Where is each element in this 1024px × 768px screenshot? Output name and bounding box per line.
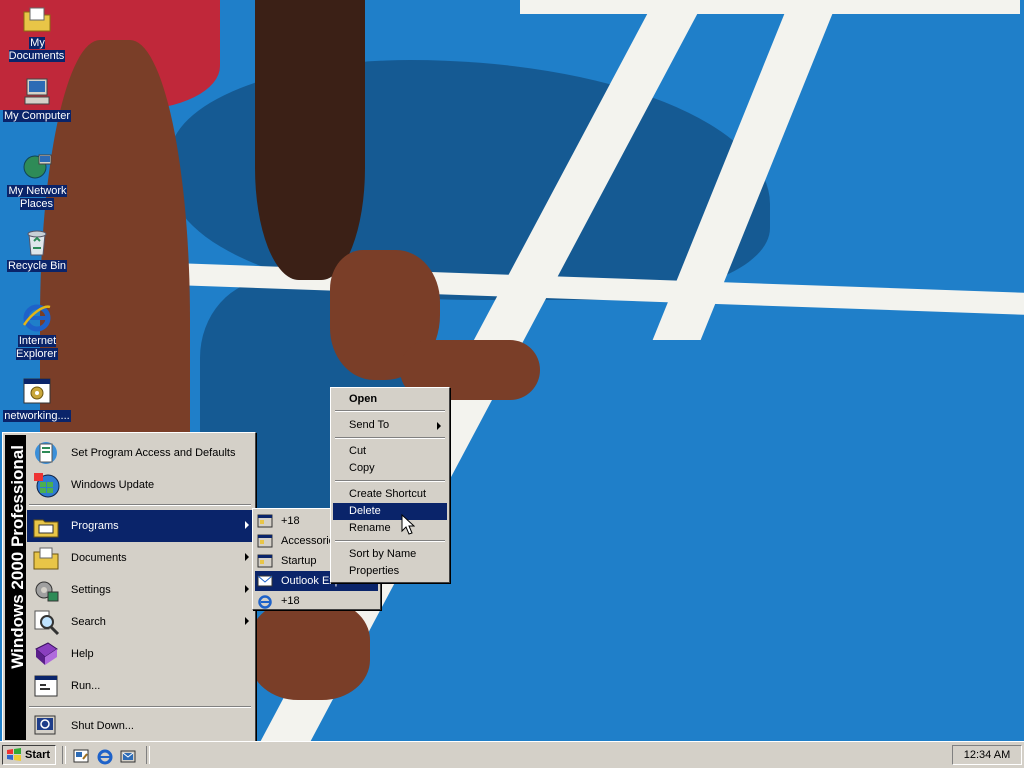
- settings-icon: [35, 581, 59, 602]
- start-button[interactable]: Start: [2, 745, 56, 765]
- start-item-settings[interactable]: Settings: [27, 574, 253, 606]
- programs-item-label: +18: [281, 595, 300, 607]
- programs-item-label: Startup: [281, 555, 317, 567]
- start-item-documents[interactable]: Documents: [27, 542, 253, 574]
- shutdown-icon: [34, 715, 56, 735]
- start-item-label: Search: [71, 616, 106, 628]
- context-item-rename[interactable]: Rename: [333, 520, 447, 537]
- desktop-icon-networking[interactable]: networking....: [0, 376, 74, 423]
- desktop-icon-label: My Computer: [2, 110, 72, 122]
- context-item-copy[interactable]: Copy: [333, 460, 447, 477]
- toolbar-grip[interactable]: [62, 746, 66, 764]
- run-icon: [34, 675, 58, 697]
- start-item-label: Programs: [71, 520, 119, 532]
- start-item-windows-update[interactable]: Windows Update: [27, 469, 253, 501]
- folder-documents-icon: [23, 7, 51, 32]
- program-group-icon: [257, 534, 273, 548]
- start-item-label: Windows Update: [71, 479, 155, 491]
- start-item-label: Shut Down...: [71, 720, 134, 732]
- start-item-label: Set Program Access and Defaults: [71, 447, 236, 459]
- outlook-express-icon[interactable]: [119, 747, 137, 765]
- context-separator: [335, 410, 445, 412]
- setup-program-icon: [23, 378, 51, 404]
- desktop-icon-label: Internet Explorer: [16, 335, 58, 360]
- context-item-cut[interactable]: Cut: [333, 443, 447, 460]
- taskbar: Start 12:34 AM: [0, 741, 1024, 768]
- start-item-label: Run...: [71, 680, 101, 692]
- start-item-label: Documents: [71, 552, 127, 564]
- internet-explorer-icon: [258, 595, 272, 609]
- programs-item-18-ie[interactable]: +18: [255, 591, 378, 609]
- search-icon: [34, 610, 60, 636]
- context-item-create-shortcut[interactable]: Create Shortcut: [333, 486, 447, 503]
- programs-icon: [33, 519, 59, 538]
- desktop-icon-label: Recycle Bin: [6, 260, 68, 272]
- mouse-pointer-icon: [401, 514, 415, 535]
- submenu-arrow-icon: [245, 617, 249, 625]
- desktop-icon-my-network-places[interactable]: My Network Places: [0, 151, 74, 211]
- outlook-express-icon: [257, 575, 273, 587]
- desktop-icon-label: My Network Places: [7, 185, 67, 210]
- clock-time: 12:34 AM: [963, 749, 1011, 761]
- start-menu-separator: [29, 504, 251, 506]
- start-menu: Windows 2000 Professional Set Program Ac…: [2, 432, 256, 743]
- desktop-icon-my-documents[interactable]: My Documents: [0, 3, 74, 63]
- computer-icon: [24, 78, 50, 105]
- context-item-properties[interactable]: Properties: [333, 563, 447, 580]
- desktop-icon-label: networking....: [3, 410, 71, 422]
- program-group-icon: [257, 554, 273, 568]
- desktop-icon-my-computer[interactable]: My Computer: [0, 76, 74, 123]
- submenu-arrow-icon: [245, 585, 249, 593]
- help-icon: [35, 642, 58, 665]
- context-item-sort-by-name[interactable]: Sort by Name: [333, 546, 447, 563]
- start-item-run[interactable]: Run...: [27, 670, 253, 702]
- start-item-programs[interactable]: Programs: [27, 510, 253, 542]
- show-desktop-icon[interactable]: [72, 747, 90, 765]
- start-item-set-program-access[interactable]: Set Program Access and Defaults: [27, 437, 253, 469]
- desktop-icon-recycle-bin[interactable]: Recycle Bin: [0, 226, 74, 273]
- submenu-arrow-icon: [437, 422, 441, 430]
- context-separator: [335, 437, 445, 439]
- submenu-arrow-icon: [245, 521, 249, 529]
- recycle-bin-icon: [27, 230, 47, 256]
- internet-explorer-icon[interactable]: [96, 747, 114, 765]
- start-button-label: Start: [25, 749, 51, 761]
- submenu-arrow-icon: [245, 553, 249, 561]
- context-separator: [335, 540, 445, 542]
- windows-update-icon: [34, 473, 60, 498]
- start-menu-banner: Windows 2000 Professional: [5, 435, 27, 740]
- start-item-shut-down[interactable]: Shut Down...: [27, 710, 253, 742]
- documents-icon: [33, 547, 59, 570]
- context-item-delete[interactable]: Delete: [333, 503, 447, 520]
- start-menu-separator: [29, 706, 251, 708]
- internet-explorer-icon: [22, 304, 51, 332]
- context-item-send-to[interactable]: Send To: [333, 417, 447, 434]
- programs-item-label: +18: [281, 515, 300, 527]
- program-access-icon: [35, 442, 57, 464]
- context-separator: [335, 480, 445, 482]
- windows-logo-icon: [7, 748, 21, 761]
- system-tray-clock[interactable]: 12:34 AM: [952, 745, 1022, 765]
- start-item-label: Settings: [71, 584, 111, 596]
- context-menu: Open Send To Cut Copy Create Shortcut De…: [330, 387, 450, 583]
- start-item-search[interactable]: Search: [27, 606, 253, 638]
- desktop-icon-internet-explorer[interactable]: Internet Explorer: [0, 301, 74, 361]
- context-item-label: Send To: [349, 419, 390, 431]
- start-menu-banner-text: Windows 2000 Professional: [8, 445, 27, 669]
- start-item-help[interactable]: Help: [27, 638, 253, 670]
- desktop-icon-label: My Documents: [8, 37, 66, 62]
- network-places-icon: [23, 154, 52, 179]
- context-item-open[interactable]: Open: [333, 391, 447, 408]
- toolbar-grip[interactable]: [146, 746, 150, 764]
- program-group-icon: [257, 514, 273, 528]
- start-item-label: Help: [71, 648, 94, 660]
